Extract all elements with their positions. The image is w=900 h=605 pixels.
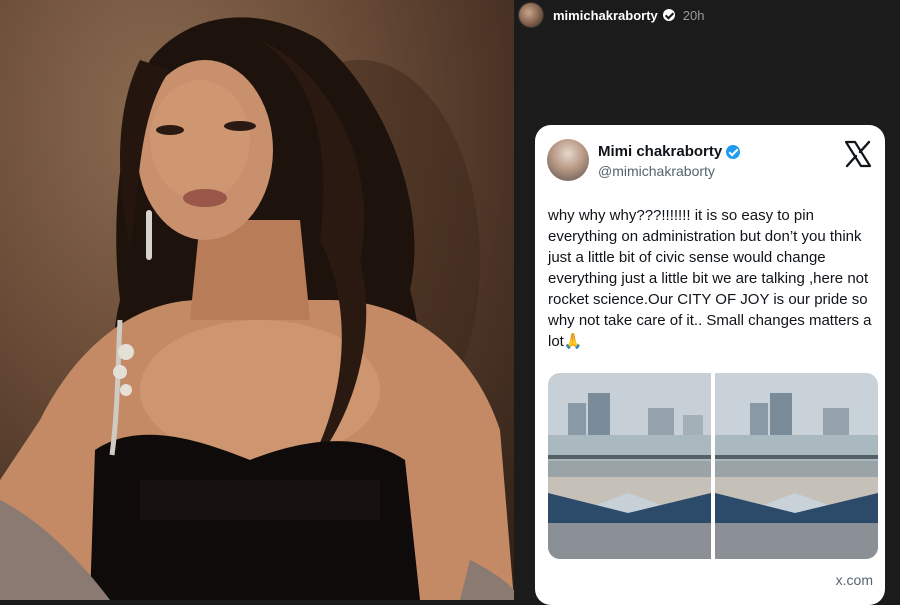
tweet-image-2[interactable]: [715, 373, 878, 559]
verified-badge-icon: [662, 9, 675, 21]
tweet-handle[interactable]: @mimichakraborty: [598, 163, 715, 179]
tweet-display-name[interactable]: Mimi chakraborty: [598, 143, 722, 160]
x-logo-icon[interactable]: [843, 139, 873, 169]
story-timestamp: 20h: [682, 7, 705, 23]
verified-badge-icon: [726, 144, 741, 159]
story-header: mimichakraborty 20h: [514, 0, 900, 30]
story-panel: mimichakraborty 20h Mimi chakraborty @mi…: [514, 0, 900, 605]
tweet-avatar[interactable]: [547, 139, 589, 181]
tweet-card[interactable]: Mimi chakraborty @mimichakraborty why wh…: [535, 125, 885, 605]
tweet-media[interactable]: [548, 373, 878, 559]
portrait-photo: [0, 0, 514, 600]
tweet-text: why why why???!!!!!!! it is so easy to p…: [548, 207, 872, 350]
portrait-illustration: [0, 17, 514, 600]
tweet-author-row: Mimi chakraborty: [598, 143, 741, 160]
story-avatar[interactable]: [518, 2, 544, 28]
link-domain[interactable]: x.com: [836, 572, 873, 588]
tweet-image-1[interactable]: [548, 373, 711, 559]
story-username[interactable]: mimichakraborty: [553, 8, 658, 23]
